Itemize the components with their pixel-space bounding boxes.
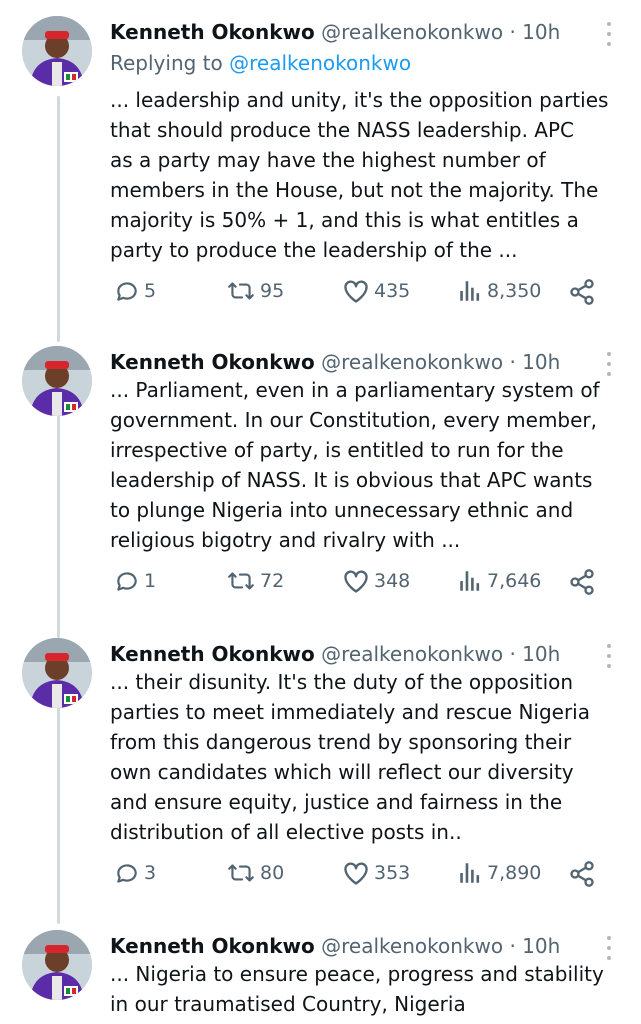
reply-icon: [117, 864, 137, 883]
retweet-button[interactable]: 80: [226, 860, 284, 886]
avatar[interactable]: [22, 930, 92, 1000]
share-icon: [570, 861, 594, 887]
avatar[interactable]: [22, 346, 92, 416]
like-count: 435: [374, 280, 411, 302]
action-bar: 5 95 435 8,350: [110, 278, 621, 308]
reply-button[interactable]: 1: [114, 568, 156, 594]
more-icon[interactable]: [605, 22, 613, 46]
like-count: 353: [374, 862, 411, 884]
reply-button[interactable]: 5: [114, 278, 156, 304]
reply-button[interactable]: 3: [114, 860, 156, 886]
retweet-icon: [228, 864, 254, 882]
action-bar: 1 72 348 7,646: [110, 568, 621, 598]
tweet-text: ... leadership and unity, it's the oppos…: [110, 88, 609, 262]
author-name[interactable]: Kenneth Okonkwo: [110, 934, 315, 958]
more-icon[interactable]: [605, 352, 613, 376]
author-name[interactable]: Kenneth Okonkwo: [110, 642, 315, 666]
separator-dot: ·: [509, 934, 516, 958]
heart-icon: [344, 862, 368, 885]
retweet-count: 72: [260, 570, 285, 592]
view-count: 7,646: [487, 570, 542, 592]
timestamp[interactable]: 10h: [522, 20, 560, 44]
like-button[interactable]: 353: [342, 860, 410, 886]
views-icon: [460, 281, 480, 301]
author-name[interactable]: Kenneth Okonkwo: [110, 350, 315, 374]
view-count: 7,890: [487, 862, 542, 884]
retweet-count: 95: [260, 280, 285, 302]
retweet-icon: [228, 572, 254, 590]
tweet-text: ... their disunity. It's the duty of the…: [110, 670, 590, 844]
reply-count: 5: [144, 280, 157, 302]
share-button[interactable]: [568, 568, 596, 596]
separator-dot: ·: [509, 642, 516, 666]
reply-count: 1: [144, 570, 157, 592]
replying-to-handle[interactable]: @realkenokonkwo: [229, 51, 411, 75]
reply-icon: [117, 282, 137, 301]
replying-to: Replying to @realkenokonkwo: [110, 49, 411, 77]
views-button[interactable]: 7,646: [457, 568, 541, 594]
separator-dot: ·: [509, 350, 516, 374]
share-button[interactable]: [568, 278, 596, 306]
action-bar: 3 80 353 7,890: [110, 860, 621, 890]
heart-icon: [344, 570, 368, 593]
retweet-count: 80: [260, 862, 285, 884]
like-button[interactable]: 348: [342, 568, 410, 594]
views-button[interactable]: 7,890: [457, 860, 541, 886]
retweet-button[interactable]: 72: [226, 568, 284, 594]
views-icon: [460, 863, 480, 883]
retweet-icon: [228, 282, 254, 300]
like-button[interactable]: 435: [342, 278, 410, 304]
author-handle[interactable]: @realkenokonkwo: [321, 350, 503, 374]
author-handle[interactable]: @realkenokonkwo: [321, 642, 503, 666]
author-handle[interactable]: @realkenokonkwo: [321, 20, 503, 44]
timestamp[interactable]: 10h: [522, 350, 560, 374]
tweet-text: ... Parliament, even in a parliamentary …: [110, 378, 600, 552]
tweet[interactable]: Kenneth Okonkwo @realkenokonkwo · 10h ..…: [0, 930, 641, 1024]
tweet-header: Kenneth Okonkwo @realkenokonkwo · 10h: [110, 18, 601, 46]
tweet[interactable]: Kenneth Okonkwo @realkenokonkwo · 10h ..…: [0, 638, 641, 908]
like-count: 348: [374, 570, 411, 592]
views-icon: [460, 571, 480, 591]
tweet-header: Kenneth Okonkwo @realkenokonkwo · 10h: [110, 932, 601, 960]
reply-count: 3: [144, 862, 157, 884]
retweet-button[interactable]: 95: [226, 278, 284, 304]
author-name[interactable]: Kenneth Okonkwo: [110, 20, 315, 44]
tweet-header: Kenneth Okonkwo @realkenokonkwo · 10h: [110, 640, 601, 668]
tweet-text: ... Nigeria to ensure peace, progress an…: [110, 962, 604, 1016]
author-handle[interactable]: @realkenokonkwo: [321, 934, 503, 958]
replying-to-label: Replying to: [110, 51, 223, 75]
view-count: 8,350: [487, 280, 542, 302]
tweet[interactable]: Kenneth Okonkwo @realkenokonkwo · 10h Re…: [0, 16, 641, 316]
heart-icon: [344, 280, 368, 303]
avatar[interactable]: [22, 16, 92, 86]
reply-icon: [117, 572, 137, 591]
tweet-header: Kenneth Okonkwo @realkenokonkwo · 10h: [110, 348, 601, 376]
share-icon: [570, 569, 594, 595]
avatar[interactable]: [22, 638, 92, 708]
more-icon[interactable]: [605, 936, 613, 960]
views-button[interactable]: 8,350: [457, 278, 541, 304]
timestamp[interactable]: 10h: [522, 642, 560, 666]
separator-dot: ·: [509, 20, 516, 44]
more-icon[interactable]: [605, 644, 613, 668]
tweet[interactable]: Kenneth Okonkwo @realkenokonkwo · 10h ..…: [0, 346, 641, 616]
share-icon: [570, 279, 594, 305]
timestamp[interactable]: 10h: [522, 934, 560, 958]
share-button[interactable]: [568, 860, 596, 888]
